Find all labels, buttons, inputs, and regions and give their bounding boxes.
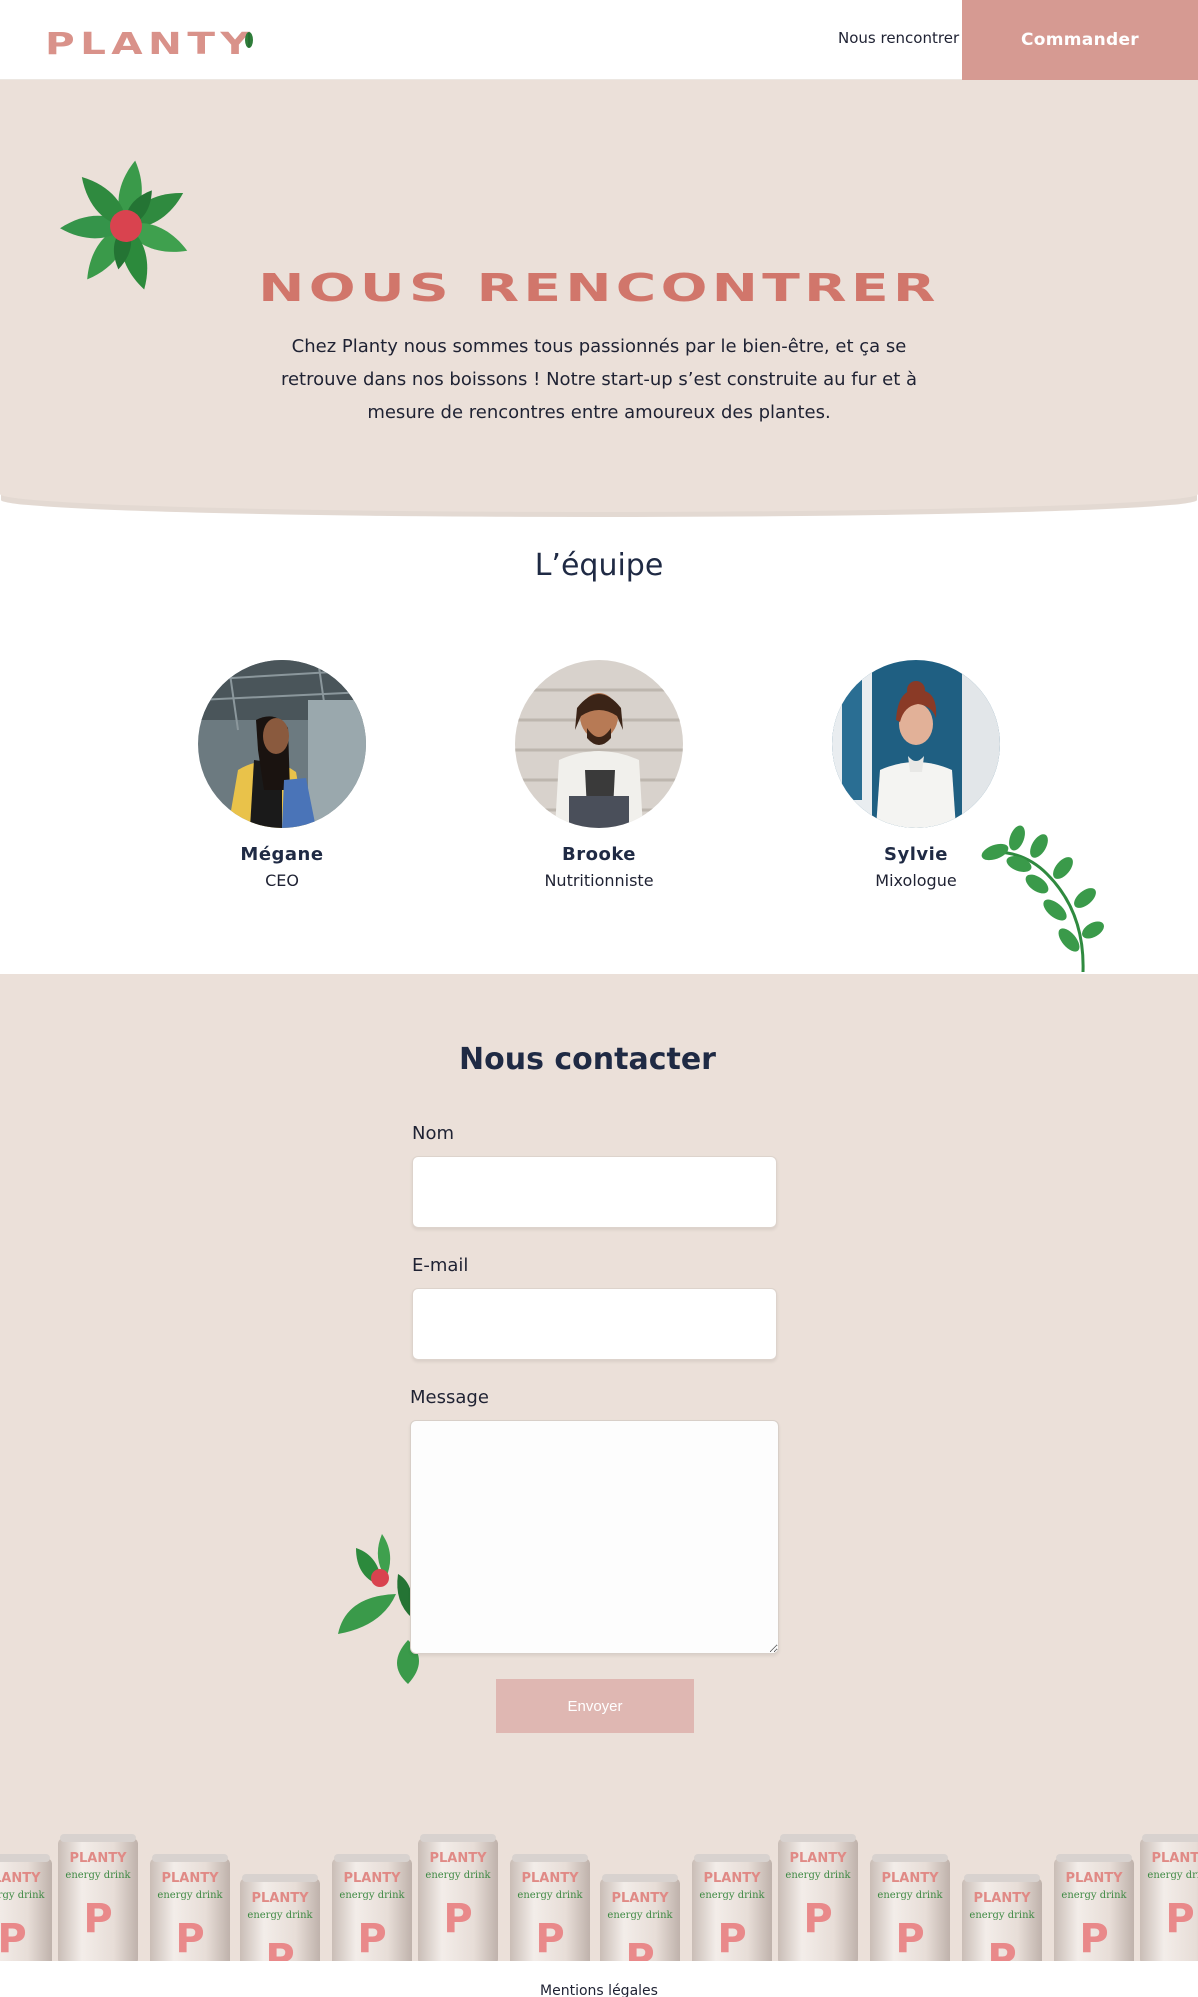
site-footer: Mentions légales: [0, 1961, 1198, 1997]
avatar: [515, 660, 683, 828]
message-textarea[interactable]: [410, 1420, 779, 1654]
page-title: NOUS RENCONTRER: [258, 266, 940, 310]
team-title: L’équipe: [534, 548, 664, 583]
envoyer-button[interactable]: Envoyer: [496, 1679, 694, 1733]
logo-text: PLANTY: [45, 27, 256, 62]
member-name: Mégane: [240, 844, 324, 865]
contact-section: Nous contacter Nom E-mail Message Envoye…: [0, 974, 1198, 1961]
email-label: E-mail: [412, 1255, 469, 1276]
leaf-icon: [245, 32, 253, 48]
mentions-legales-link[interactable]: Mentions légales: [0, 1983, 1198, 1997]
site-header: PLANTY Nous rencontrer Commander: [0, 0, 1198, 80]
team-member-brooke: Brooke Nutritionniste: [489, 660, 709, 890]
team-member-megane: Mégane CEO: [172, 660, 392, 890]
member-role: CEO: [265, 871, 299, 890]
message-label: Message: [410, 1387, 489, 1408]
planty-logo[interactable]: PLANTY: [45, 27, 250, 62]
member-name: Brooke: [561, 844, 637, 865]
commander-button[interactable]: Commander: [962, 0, 1198, 80]
name-label: Nom: [412, 1123, 455, 1144]
avatar: [198, 660, 366, 828]
email-input[interactable]: [412, 1288, 777, 1360]
nav-link-nous-rencontrer[interactable]: Nous rencontrer: [838, 29, 959, 47]
branch-icon: [981, 825, 1104, 973]
member-role: Nutritionniste: [544, 871, 654, 890]
name-input[interactable]: [412, 1156, 777, 1228]
cans-illustration: PLANTY energy drink P: [0, 1834, 1198, 1961]
hero-intro-text: Chez Planty nous sommes tous passionnés …: [280, 336, 918, 423]
hero-section: NOUS RENCONTRER Chez Planty nous sommes …: [0, 80, 1198, 512]
contact-title: Nous contacter: [459, 1042, 716, 1077]
avatar: [832, 660, 1000, 828]
